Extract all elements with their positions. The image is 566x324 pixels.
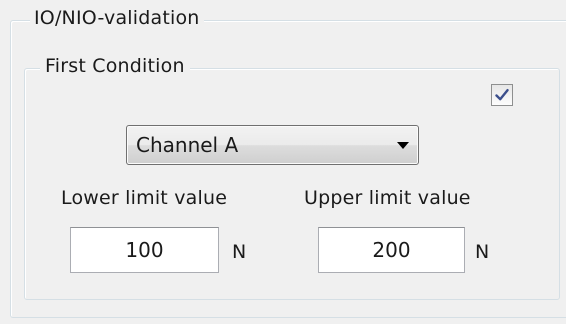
upper-limit-unit: N (475, 241, 490, 263)
checkmark-icon (495, 89, 509, 101)
channel-select[interactable]: Channel A (126, 125, 419, 165)
upper-limit-input[interactable] (318, 227, 465, 273)
validation-panel: IO/NIO-validation First Condition Channe… (0, 0, 566, 324)
io-nio-validation-title: IO/NIO-validation (30, 6, 204, 30)
lower-limit-input[interactable] (70, 227, 219, 273)
upper-limit-label: Upper limit value (304, 187, 471, 209)
lower-limit-label: Lower limit value (61, 187, 228, 209)
chevron-down-icon (397, 142, 409, 149)
first-condition-enable-checkbox[interactable] (491, 84, 513, 106)
channel-select-value: Channel A (136, 133, 239, 157)
first-condition-title: First Condition (40, 54, 190, 78)
lower-limit-unit: N (232, 241, 247, 263)
